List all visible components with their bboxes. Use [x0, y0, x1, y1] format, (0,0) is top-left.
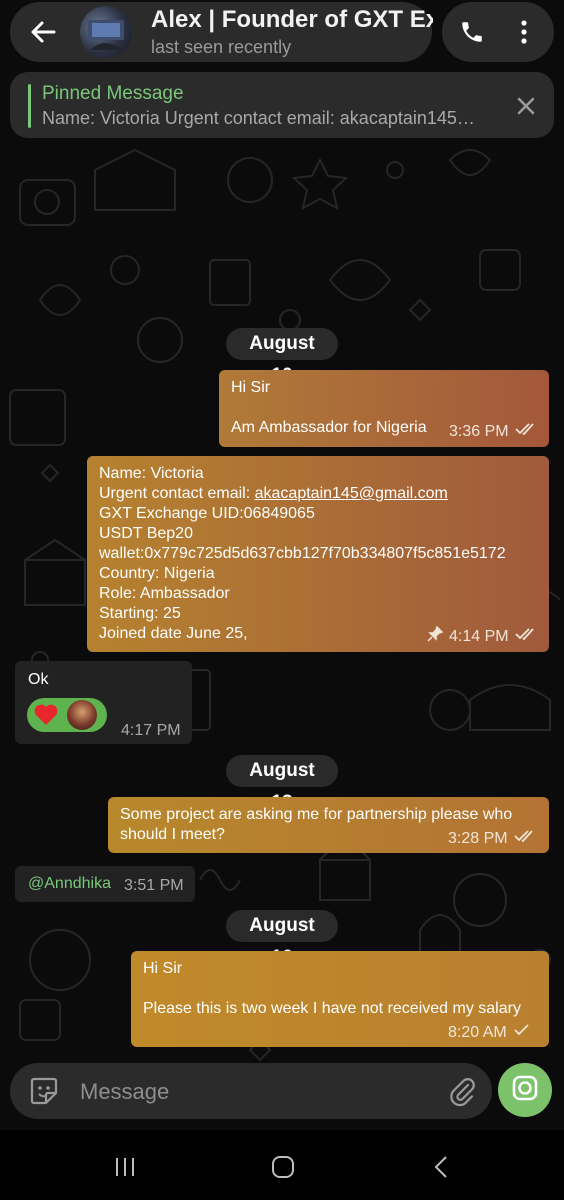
- avatar: [67, 700, 97, 730]
- close-icon[interactable]: [512, 92, 540, 120]
- pinned-accent-bar: [28, 84, 31, 128]
- message-time: 3:28 PM: [448, 830, 508, 847]
- message-text: wallet:0x779c725d5d637cbb127f70b334807f5…: [99, 545, 506, 562]
- date-separator: August 16: [226, 910, 338, 968]
- pinned-message[interactable]: Pinned Message Name: Victoria Urgent con…: [10, 72, 554, 138]
- email-link[interactable]: akacaptain145@gmail.com: [255, 485, 448, 502]
- message-bubble-outgoing[interactable]: Name: Victoria Urgent contact email: aka…: [87, 456, 549, 652]
- message-meta: 4:14 PM: [427, 625, 539, 648]
- system-navigation-bar: [0, 1130, 564, 1200]
- message-bubble-incoming[interactable]: @Anndhika 3:51 PM: [15, 866, 195, 902]
- pinned-title: Pinned Message: [42, 83, 184, 104]
- single-check-icon: [513, 1023, 531, 1043]
- reaction-chip[interactable]: [27, 698, 107, 732]
- message-time: 3:36 PM: [449, 423, 509, 440]
- message-text: Please this is two week I have not recei…: [143, 1000, 521, 1017]
- date-separator: August 10: [226, 328, 338, 386]
- double-check-icon: [514, 422, 539, 442]
- paperclip-icon[interactable]: [446, 1075, 478, 1107]
- message-input[interactable]: [78, 1075, 432, 1109]
- camera-button[interactable]: [498, 1063, 552, 1117]
- message-text: Role: Ambassador: [99, 585, 230, 602]
- message-text: Joined date June 25,: [99, 625, 248, 642]
- message-text-prefix: Urgent contact email:: [99, 485, 255, 502]
- message-bubble-outgoing[interactable]: Hi Sir Please this is two week I have no…: [131, 951, 549, 1047]
- message-meta: 3:28 PM: [448, 829, 538, 849]
- phone-icon[interactable]: [454, 14, 490, 50]
- message-bubble-outgoing[interactable]: Hi Sir Am Ambassador for Nigeria 3:36 PM: [219, 370, 549, 447]
- pin-icon: [427, 625, 444, 648]
- date-separator: August 13: [226, 755, 338, 813]
- avatar[interactable]: [80, 6, 132, 58]
- message-time: 3:51 PM: [124, 877, 184, 894]
- message-meta: 3:36 PM: [449, 422, 539, 442]
- message-text: Urgent contact email: akacaptain145@gmai…: [99, 484, 448, 504]
- message-text: Some project are asking me for partnersh…: [120, 806, 513, 823]
- message-bubble-incoming[interactable]: Ok 4:17 PM: [15, 661, 192, 744]
- message-text: Country: Nigeria: [99, 565, 215, 582]
- message-text: GXT Exchange UID:06849065: [99, 505, 315, 522]
- double-check-icon: [514, 627, 539, 647]
- message-text: USDT Bep20: [99, 525, 193, 542]
- chat-status: last seen recently: [151, 37, 292, 57]
- home-icon[interactable]: [268, 1152, 298, 1182]
- message-meta: 8:20 AM: [448, 1023, 531, 1043]
- sticker-icon[interactable]: [28, 1075, 60, 1107]
- double-check-icon: [513, 829, 538, 849]
- pinned-text: Name: Victoria Urgent contact email: aka…: [42, 108, 486, 128]
- message-composer: [10, 1063, 492, 1119]
- message-bubble-outgoing[interactable]: Some project are asking me for partnersh…: [108, 797, 549, 853]
- message-text: Ok: [28, 671, 49, 688]
- message-text: Am Ambassador for Nigeria: [231, 419, 427, 436]
- header-actions: [442, 2, 554, 62]
- nav-back-icon[interactable]: [426, 1152, 456, 1182]
- heart-icon: [31, 700, 61, 730]
- back-arrow-icon[interactable]: [28, 17, 58, 47]
- message-text: Name: Victoria: [99, 465, 204, 482]
- recents-icon[interactable]: [110, 1152, 140, 1182]
- message-time: 8:20 AM: [448, 1024, 507, 1041]
- camera-icon: [511, 1074, 539, 1107]
- chat-title: Alex | Founder of GXT Exc: [151, 6, 433, 33]
- more-vertical-icon[interactable]: [506, 14, 542, 50]
- chat-header[interactable]: Alex | Founder of GXT Exc last seen rece…: [10, 2, 433, 62]
- message-text: should I meet?: [120, 826, 225, 843]
- message-text: Starting: 25: [99, 605, 181, 622]
- mention-link[interactable]: @Anndhika: [28, 874, 111, 894]
- message-text: Hi Sir: [231, 379, 271, 396]
- message-text: Hi Sir: [143, 960, 183, 977]
- message-time: 4:17 PM: [121, 722, 181, 739]
- message-time: 4:14 PM: [449, 628, 509, 645]
